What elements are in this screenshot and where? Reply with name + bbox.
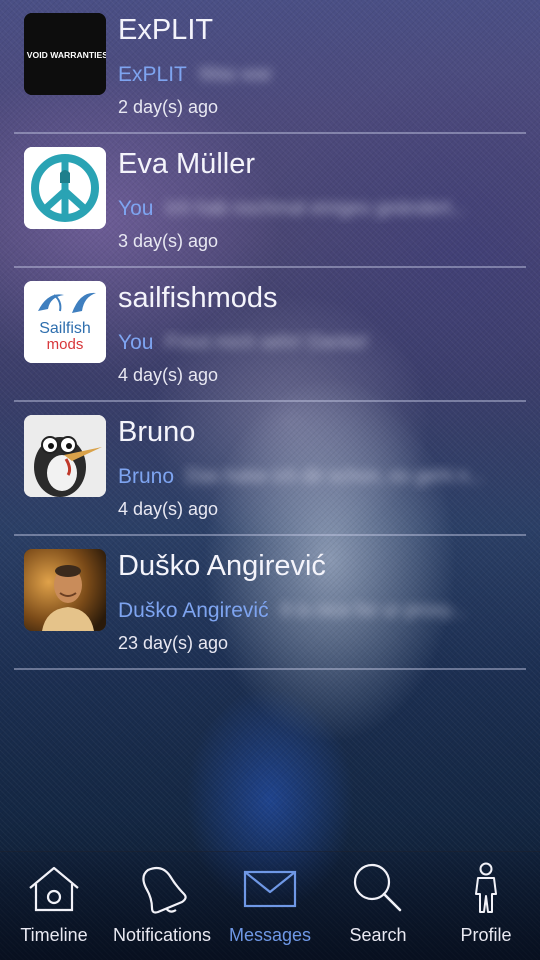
svg-text:I VOID WARRANTIES: I VOID WARRANTIES (24, 50, 106, 60)
avatar (24, 147, 106, 229)
nav-label: Profile (460, 925, 512, 945)
conversation-name: sailfishmods (118, 282, 278, 314)
conversation-name: ExPLIT (118, 14, 214, 46)
person-icon (475, 862, 497, 913)
avatar: Sailfish mods (24, 281, 106, 363)
message-text: Was war (198, 64, 273, 85)
conversation-name: Eva Müller (118, 148, 255, 180)
nav-search[interactable]: Search (324, 852, 432, 960)
nav-profile[interactable]: Profile (432, 852, 540, 960)
message-text: Das habe ich dir schon, es geht n... (186, 466, 484, 487)
void-warranties-logo: I VOID WARRANTIES (24, 13, 106, 95)
avatar (24, 415, 106, 497)
message-time: 2 day(s) ago (118, 97, 219, 117)
message-preview: You Freut mich sehr! Danke! (118, 328, 518, 358)
peace-sign-logo (24, 147, 106, 229)
search-icon (353, 863, 402, 912)
nav-label: Timeline (20, 925, 88, 945)
conversation-row-bruno[interactable]: Bruno Bruno Das habe ich dir schon, es g… (0, 402, 540, 536)
message-text: Ich hab nochmal einiges geändert... (165, 198, 467, 219)
message-preview: You Ich hab nochmal einiges geändert... (118, 194, 518, 224)
conversation-row-dusko[interactable]: Duško Angirević Duško Angirević It is ni… (0, 536, 540, 670)
avatar: I VOID WARRANTIES (24, 13, 106, 95)
nav-messages[interactable]: Messages (216, 852, 324, 960)
message-sender: You (118, 197, 154, 220)
home-icon (29, 866, 79, 912)
bell-icon (142, 866, 187, 914)
conversation-row-explit[interactable]: I VOID WARRANTIES ExPLIT ExPLIT Was war … (0, 0, 540, 134)
conversation-name: Bruno (118, 416, 196, 448)
message-time: 23 day(s) ago (118, 633, 229, 653)
svg-text:Sailfish: Sailfish (39, 320, 91, 337)
message-preview: Bruno Das habe ich dir schon, es geht n.… (118, 462, 518, 492)
conversation-list: I VOID WARRANTIES ExPLIT ExPLIT Was war … (0, 0, 540, 670)
conversation-row-sailfishmods[interactable]: Sailfish mods sailfishmods You Freut mic… (0, 268, 540, 402)
message-sender: Bruno (118, 465, 175, 488)
message-time: 4 day(s) ago (118, 499, 219, 519)
avatar (24, 549, 106, 631)
nav-label: Messages (228, 925, 312, 945)
message-time: 4 day(s) ago (118, 365, 219, 385)
penguin-avatar (24, 415, 106, 497)
nav-notifications[interactable]: Notifications (108, 852, 216, 960)
message-text: It is nice for ur proxy... (280, 600, 467, 621)
bottom-navigation: Timeline Notifications Messages Search P… (0, 851, 540, 960)
message-text: Freut mich sehr! Danke! (165, 332, 369, 353)
nav-label: Notifications (112, 925, 212, 945)
message-time: 3 day(s) ago (118, 231, 219, 251)
conversation-name: Duško Angirević (118, 550, 326, 582)
message-preview: Duško Angirević It is nice for ur proxy.… (118, 596, 518, 626)
person-photo (24, 549, 106, 631)
envelope-icon (243, 870, 297, 908)
message-sender: Duško Angirević (118, 599, 269, 622)
nav-timeline[interactable]: Timeline (0, 852, 108, 960)
nav-label: Search (349, 925, 407, 945)
conversation-row-eva[interactable]: Eva Müller You Ich hab nochmal einiges g… (0, 134, 540, 268)
message-preview: ExPLIT Was war (118, 60, 518, 90)
message-sender: You (118, 331, 154, 354)
svg-text:mods: mods (47, 336, 84, 353)
message-sender: ExPLIT (118, 63, 187, 86)
sailfishmods-logo: Sailfish mods (24, 281, 106, 363)
